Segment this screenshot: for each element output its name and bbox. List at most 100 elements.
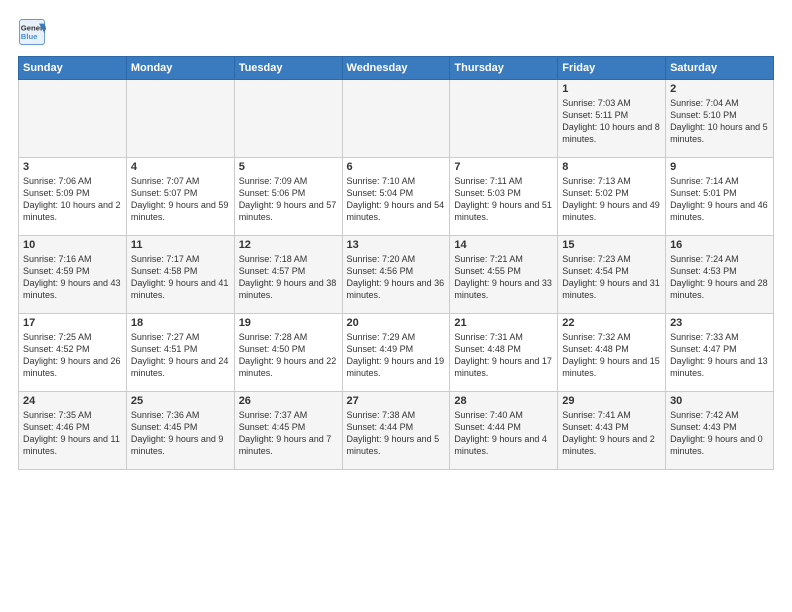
day-number: 2 <box>670 83 769 95</box>
day-number: 23 <box>670 317 769 329</box>
day-info: Sunrise: 7:16 AM Sunset: 4:59 PM Dayligh… <box>23 253 122 302</box>
day-number: 4 <box>131 161 230 173</box>
day-cell <box>450 80 558 158</box>
week-row-1: 1 Sunrise: 7:03 AM Sunset: 5:11 PM Daylig… <box>19 80 774 158</box>
svg-text:Blue: Blue <box>21 32 38 41</box>
day-number: 25 <box>131 395 230 407</box>
day-info: Sunrise: 7:33 AM Sunset: 4:47 PM Dayligh… <box>670 331 769 380</box>
day-number: 16 <box>670 239 769 251</box>
day-cell: 11 Sunrise: 7:17 AM Sunset: 4:58 PM Dayli… <box>126 236 234 314</box>
header-row: SundayMondayTuesdayWednesdayThursdayFrid… <box>19 57 774 80</box>
day-number: 3 <box>23 161 122 173</box>
day-info: Sunrise: 7:32 AM Sunset: 4:48 PM Dayligh… <box>562 331 661 380</box>
day-info: Sunrise: 7:36 AM Sunset: 4:45 PM Dayligh… <box>131 409 230 458</box>
day-number: 6 <box>347 161 446 173</box>
header-cell-thursday: Thursday <box>450 57 558 80</box>
day-number: 20 <box>347 317 446 329</box>
day-cell: 24 Sunrise: 7:35 AM Sunset: 4:46 PM Dayli… <box>19 392 127 470</box>
week-row-4: 17 Sunrise: 7:25 AM Sunset: 4:52 PM Dayli… <box>19 314 774 392</box>
day-number: 7 <box>454 161 553 173</box>
day-number: 11 <box>131 239 230 251</box>
day-info: Sunrise: 7:23 AM Sunset: 4:54 PM Dayligh… <box>562 253 661 302</box>
logo-icon: General Blue <box>18 18 46 46</box>
calendar-body: 1 Sunrise: 7:03 AM Sunset: 5:11 PM Daylig… <box>19 80 774 470</box>
day-cell <box>19 80 127 158</box>
day-number: 22 <box>562 317 661 329</box>
day-number: 12 <box>239 239 338 251</box>
day-info: Sunrise: 7:10 AM Sunset: 5:04 PM Dayligh… <box>347 175 446 224</box>
week-row-2: 3Sunrise: 7:06 AM Sunset: 5:09 PM Daylig… <box>19 158 774 236</box>
day-cell: 23 Sunrise: 7:33 AM Sunset: 4:47 PM Dayli… <box>666 314 774 392</box>
day-cell: 16 Sunrise: 7:24 AM Sunset: 4:53 PM Dayli… <box>666 236 774 314</box>
day-info: Sunrise: 7:42 AM Sunset: 4:43 PM Dayligh… <box>670 409 769 458</box>
day-number: 18 <box>131 317 230 329</box>
day-cell: 9 Sunrise: 7:14 AM Sunset: 5:01 PM Daylig… <box>666 158 774 236</box>
day-info: Sunrise: 7:25 AM Sunset: 4:52 PM Dayligh… <box>23 331 122 380</box>
header: General Blue <box>18 18 774 46</box>
day-cell: 3Sunrise: 7:06 AM Sunset: 5:09 PM Daylig… <box>19 158 127 236</box>
calendar-table: SundayMondayTuesdayWednesdayThursdayFrid… <box>18 56 774 470</box>
day-cell: 12Sunrise: 7:18 AM Sunset: 4:57 PM Dayli… <box>234 236 342 314</box>
day-number: 24 <box>23 395 122 407</box>
day-cell: 13Sunrise: 7:20 AM Sunset: 4:56 PM Dayli… <box>342 236 450 314</box>
day-number: 27 <box>347 395 446 407</box>
header-cell-saturday: Saturday <box>666 57 774 80</box>
day-number: 21 <box>454 317 553 329</box>
day-info: Sunrise: 7:40 AM Sunset: 4:44 PM Dayligh… <box>454 409 553 458</box>
day-info: Sunrise: 7:27 AM Sunset: 4:51 PM Dayligh… <box>131 331 230 380</box>
week-row-5: 24 Sunrise: 7:35 AM Sunset: 4:46 PM Dayli… <box>19 392 774 470</box>
day-cell: 21Sunrise: 7:31 AM Sunset: 4:48 PM Dayli… <box>450 314 558 392</box>
day-number: 26 <box>239 395 338 407</box>
page: General Blue SundayMondayTuesdayWednesda… <box>0 0 792 612</box>
day-number: 9 <box>670 161 769 173</box>
day-info: Sunrise: 7:17 AM Sunset: 4:58 PM Dayligh… <box>131 253 230 302</box>
day-cell: 25 Sunrise: 7:36 AM Sunset: 4:45 PM Dayli… <box>126 392 234 470</box>
calendar-header: SundayMondayTuesdayWednesdayThursdayFrid… <box>19 57 774 80</box>
logo: General Blue <box>18 18 50 46</box>
day-number: 8 <box>562 161 661 173</box>
day-cell: 8 Sunrise: 7:13 AM Sunset: 5:02 PM Daylig… <box>558 158 666 236</box>
day-cell <box>342 80 450 158</box>
day-cell: 2Sunrise: 7:04 AM Sunset: 5:10 PM Daylig… <box>666 80 774 158</box>
day-cell: 14Sunrise: 7:21 AM Sunset: 4:55 PM Dayli… <box>450 236 558 314</box>
day-info: Sunrise: 7:28 AM Sunset: 4:50 PM Dayligh… <box>239 331 338 380</box>
header-cell-friday: Friday <box>558 57 666 80</box>
day-number: 29 <box>562 395 661 407</box>
day-number: 30 <box>670 395 769 407</box>
day-info: Sunrise: 7:14 AM Sunset: 5:01 PM Dayligh… <box>670 175 769 224</box>
day-cell: 7 Sunrise: 7:11 AM Sunset: 5:03 PM Daylig… <box>450 158 558 236</box>
header-cell-wednesday: Wednesday <box>342 57 450 80</box>
day-cell: 28Sunrise: 7:40 AM Sunset: 4:44 PM Dayli… <box>450 392 558 470</box>
day-cell: 22 Sunrise: 7:32 AM Sunset: 4:48 PM Dayli… <box>558 314 666 392</box>
day-info: Sunrise: 7:29 AM Sunset: 4:49 PM Dayligh… <box>347 331 446 380</box>
day-number: 13 <box>347 239 446 251</box>
day-info: Sunrise: 7:24 AM Sunset: 4:53 PM Dayligh… <box>670 253 769 302</box>
day-info: Sunrise: 7:41 AM Sunset: 4:43 PM Dayligh… <box>562 409 661 458</box>
day-info: Sunrise: 7:07 AM Sunset: 5:07 PM Dayligh… <box>131 175 230 224</box>
day-cell: 30 Sunrise: 7:42 AM Sunset: 4:43 PM Dayli… <box>666 392 774 470</box>
day-info: Sunrise: 7:13 AM Sunset: 5:02 PM Dayligh… <box>562 175 661 224</box>
day-info: Sunrise: 7:11 AM Sunset: 5:03 PM Dayligh… <box>454 175 553 224</box>
header-cell-tuesday: Tuesday <box>234 57 342 80</box>
day-number: 15 <box>562 239 661 251</box>
day-cell: 19 Sunrise: 7:28 AM Sunset: 4:50 PM Dayli… <box>234 314 342 392</box>
day-cell: 17 Sunrise: 7:25 AM Sunset: 4:52 PM Dayli… <box>19 314 127 392</box>
day-info: Sunrise: 7:35 AM Sunset: 4:46 PM Dayligh… <box>23 409 122 458</box>
day-number: 5 <box>239 161 338 173</box>
day-cell: 1 Sunrise: 7:03 AM Sunset: 5:11 PM Daylig… <box>558 80 666 158</box>
day-info: Sunrise: 7:38 AM Sunset: 4:44 PM Dayligh… <box>347 409 446 458</box>
day-number: 1 <box>562 83 661 95</box>
day-cell: 20 Sunrise: 7:29 AM Sunset: 4:49 PM Dayli… <box>342 314 450 392</box>
day-number: 14 <box>454 239 553 251</box>
day-info: Sunrise: 7:09 AM Sunset: 5:06 PM Dayligh… <box>239 175 338 224</box>
day-cell: 10Sunrise: 7:16 AM Sunset: 4:59 PM Dayli… <box>19 236 127 314</box>
day-cell <box>234 80 342 158</box>
day-info: Sunrise: 7:03 AM Sunset: 5:11 PM Dayligh… <box>562 97 661 146</box>
header-cell-monday: Monday <box>126 57 234 80</box>
week-row-3: 10Sunrise: 7:16 AM Sunset: 4:59 PM Dayli… <box>19 236 774 314</box>
day-info: Sunrise: 7:37 AM Sunset: 4:45 PM Dayligh… <box>239 409 338 458</box>
day-cell: 6 Sunrise: 7:10 AM Sunset: 5:04 PM Daylig… <box>342 158 450 236</box>
day-number: 17 <box>23 317 122 329</box>
day-number: 19 <box>239 317 338 329</box>
day-cell: 27 Sunrise: 7:38 AM Sunset: 4:44 PM Dayli… <box>342 392 450 470</box>
